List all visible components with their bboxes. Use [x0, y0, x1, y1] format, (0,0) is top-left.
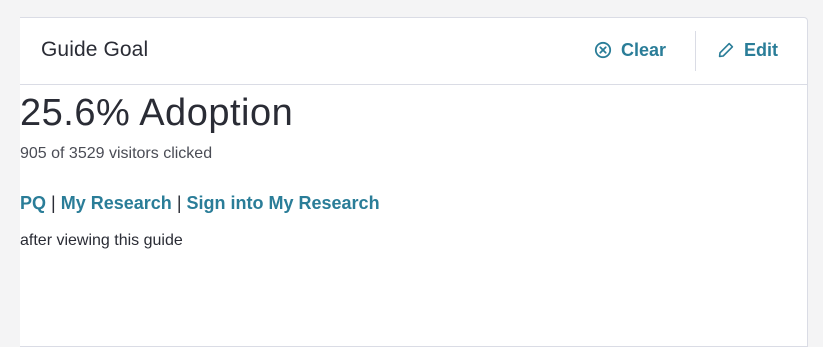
- target-link-my-research[interactable]: My Research: [61, 193, 172, 213]
- guide-goal-card: Guide Goal Clear Edit 25.6% Adoption 905…: [20, 17, 808, 347]
- visitors-clicked: 905 of 3529 visitors clicked: [20, 145, 213, 162]
- card-title: Guide Goal: [41, 38, 149, 61]
- clear-button[interactable]: Clear: [594, 37, 666, 63]
- pencil-icon: [717, 41, 735, 59]
- edit-label: Edit: [744, 39, 778, 60]
- adoption-rate: 25.6% Adoption: [20, 92, 294, 134]
- circle-x-icon: [594, 41, 612, 59]
- target-link-sign-into-my-research[interactable]: Sign into My Research: [187, 193, 380, 213]
- goal-target-path: PQ | My Research | Sign into My Research: [20, 192, 807, 214]
- path-separator: |: [51, 193, 56, 213]
- card-header: Guide Goal Clear Edit: [20, 18, 807, 85]
- path-separator: |: [176, 193, 182, 213]
- after-viewing-text: after viewing this guide: [20, 232, 183, 249]
- target-link-pq[interactable]: PQ: [20, 193, 46, 213]
- edit-button[interactable]: Edit: [717, 37, 778, 63]
- header-divider: [695, 31, 696, 71]
- clear-label: Clear: [621, 39, 667, 60]
